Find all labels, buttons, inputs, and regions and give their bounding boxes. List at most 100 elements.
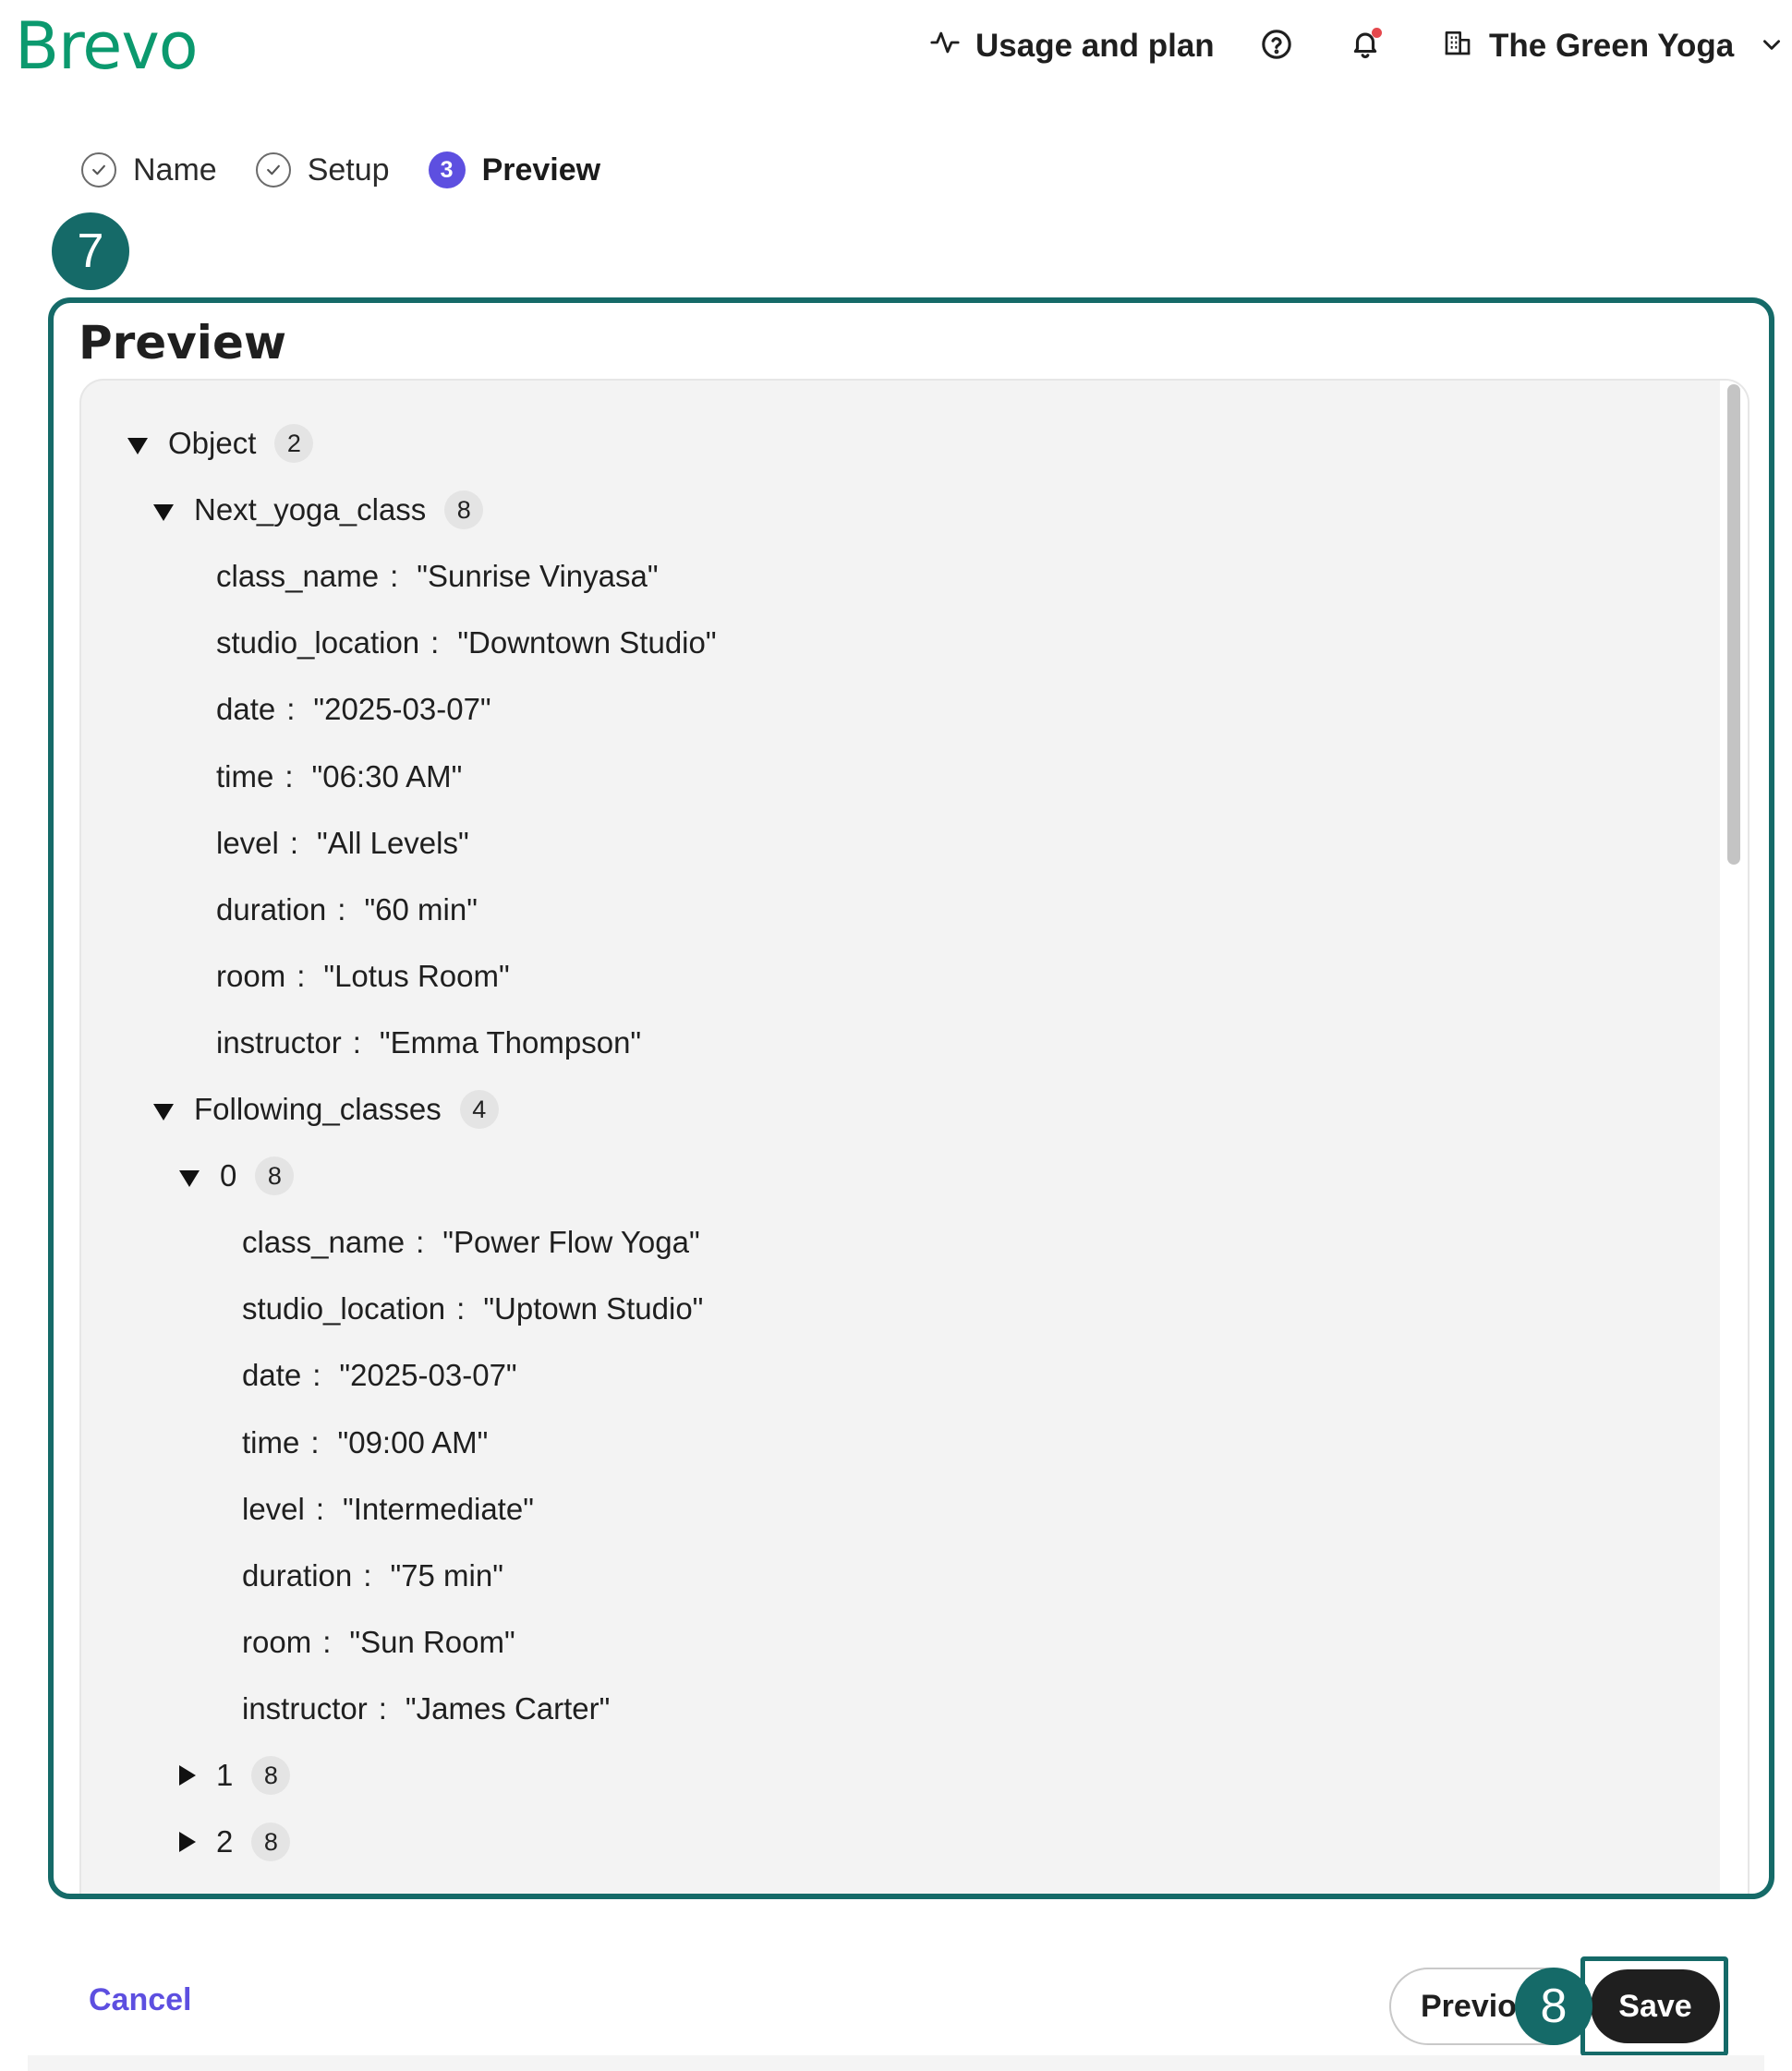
- tree-leaf: date: "2025-03-07": [242, 1348, 517, 1403]
- tree-key: date: [216, 692, 276, 727]
- caret-down-icon[interactable]: [127, 438, 148, 454]
- caret-down-icon[interactable]: [153, 504, 174, 522]
- caret-right-icon[interactable]: [179, 1832, 196, 1853]
- tree-key: studio_location: [242, 1291, 446, 1326]
- step-preview[interactable]: 3 Preview: [428, 151, 601, 188]
- tree-node-label: 2: [216, 1824, 234, 1859]
- key-value-separator: :: [430, 625, 440, 660]
- child-count-badge: 8: [255, 1157, 295, 1196]
- account-switcher[interactable]: The Green Yoga: [1443, 13, 1784, 79]
- tree-node-label: Object: [168, 426, 257, 460]
- tree-key: date: [242, 1358, 302, 1393]
- tree-value: "Intermediate": [343, 1491, 534, 1526]
- scrollbar-thumb[interactable]: [1727, 384, 1740, 865]
- tree-node-label: 1: [216, 1758, 234, 1792]
- caret-right-icon[interactable]: [179, 1765, 196, 1786]
- tree-key: time: [242, 1424, 300, 1459]
- notifications-button[interactable]: [1347, 22, 1384, 68]
- key-value-separator: :: [315, 1491, 325, 1526]
- tree-key: duration: [242, 1557, 353, 1593]
- tree-value: "Power Flow Yoga": [442, 1225, 700, 1260]
- brevo-logo[interactable]: Brevo: [15, 6, 199, 87]
- check-icon: [255, 152, 291, 188]
- chevron-down-icon: [1760, 28, 1784, 65]
- tree-leaf: date: "2025-03-07": [216, 682, 491, 737]
- child-count-badge: 8: [251, 1823, 291, 1862]
- check-icon: [81, 152, 116, 188]
- step-label: Name: [133, 151, 217, 188]
- tree-node[interactable]: Object 2: [127, 416, 314, 471]
- key-value-separator: :: [416, 1225, 425, 1260]
- key-value-separator: :: [322, 1624, 332, 1659]
- key-value-separator: :: [378, 1690, 387, 1726]
- tree-node[interactable]: 28: [179, 1814, 291, 1870]
- tree-leaf: duration: "75 min": [242, 1548, 503, 1604]
- step-label: Preview: [481, 151, 601, 188]
- caret-down-icon[interactable]: [179, 1170, 200, 1188]
- key-value-separator: :: [286, 692, 296, 727]
- tree-node[interactable]: 08: [179, 1148, 295, 1204]
- key-value-separator: :: [310, 1424, 320, 1459]
- activity-icon: [929, 27, 961, 67]
- step-name[interactable]: Name: [81, 152, 217, 188]
- tree-node-label: Next_yoga_class: [194, 492, 427, 527]
- help-button[interactable]: [1258, 24, 1295, 68]
- tree-node[interactable]: Next_yoga_class 8: [153, 482, 484, 538]
- tree-node-label: 0: [220, 1158, 237, 1193]
- key-value-separator: :: [456, 1291, 466, 1326]
- help-icon: [1261, 29, 1292, 65]
- tree-leaf: level: "Intermediate": [242, 1482, 534, 1537]
- annotation-marker: 8: [1515, 1968, 1592, 2045]
- tree-key: level: [242, 1491, 305, 1526]
- tree-value: "06:30 AM": [311, 758, 463, 793]
- key-value-separator: :: [390, 559, 399, 594]
- tree-value: "60 min": [364, 891, 478, 926]
- child-count-badge: 2: [274, 424, 314, 463]
- tree-node[interactable]: Following_classes 4: [153, 1082, 499, 1137]
- annotation-marker: 7: [52, 212, 129, 290]
- key-value-separator: :: [297, 958, 306, 993]
- key-value-separator: :: [312, 1358, 321, 1393]
- tree-leaf: class_name: "Power Flow Yoga": [242, 1215, 700, 1270]
- tree-leaf: instructor: "James Carter": [242, 1681, 610, 1737]
- key-value-separator: :: [363, 1557, 372, 1593]
- json-preview-panel[interactable]: Object 2 Next_yoga_class 8 class_name: "Sunri…: [79, 379, 1750, 1894]
- tree-key: level: [216, 825, 279, 860]
- step-label: Setup: [307, 151, 390, 188]
- key-value-separator: :: [337, 891, 346, 926]
- tree-key: time: [216, 758, 274, 793]
- tree-key: room: [216, 958, 286, 993]
- step-number: 3: [428, 151, 466, 188]
- caret-down-icon[interactable]: [153, 1104, 174, 1120]
- tree-leaf: room: "Sun Room": [242, 1615, 515, 1670]
- tree-leaf: studio_location: "Downtown Studio": [216, 615, 717, 671]
- tree-value: "09:00 AM": [337, 1424, 489, 1459]
- child-count-badge: 8: [444, 490, 484, 530]
- key-value-separator: :: [352, 1024, 361, 1060]
- tree-node[interactable]: 18: [179, 1748, 291, 1803]
- tree-leaf: room: "Lotus Room": [216, 949, 510, 1004]
- stepper: Name Setup 3 Preview: [81, 151, 639, 188]
- usage-and-plan-button[interactable]: Usage and plan: [929, 13, 1215, 79]
- footer-bar: [28, 2055, 1764, 2071]
- tree-key: studio_location: [216, 625, 420, 660]
- key-value-separator: :: [285, 758, 294, 793]
- tree-value: "All Levels": [317, 825, 469, 860]
- usage-and-plan-label: Usage and plan: [975, 28, 1215, 64]
- tree-leaf: time: "06:30 AM": [216, 749, 462, 805]
- scrollbar[interactable]: [1720, 381, 1748, 1894]
- tree-value: "Sun Room": [349, 1624, 515, 1659]
- tree-value: "Uptown Studio": [483, 1291, 704, 1326]
- tree-leaf: class_name: "Sunrise Vinyasa": [216, 549, 659, 604]
- tree-key: room: [242, 1624, 312, 1659]
- notification-dot: [1372, 28, 1382, 38]
- save-button[interactable]: Save: [1591, 1969, 1720, 2043]
- tree-value: "2025-03-07": [313, 692, 491, 727]
- step-setup[interactable]: Setup: [255, 151, 390, 188]
- tree-key: class_name: [216, 559, 380, 594]
- tree-key: instructor: [216, 1024, 342, 1060]
- cancel-button[interactable]: Cancel: [89, 1982, 192, 2018]
- tree-node-label: Following_classes: [194, 1092, 442, 1126]
- tree-value: "Emma Thompson": [379, 1024, 642, 1060]
- tree-value: "Lotus Room": [323, 958, 510, 993]
